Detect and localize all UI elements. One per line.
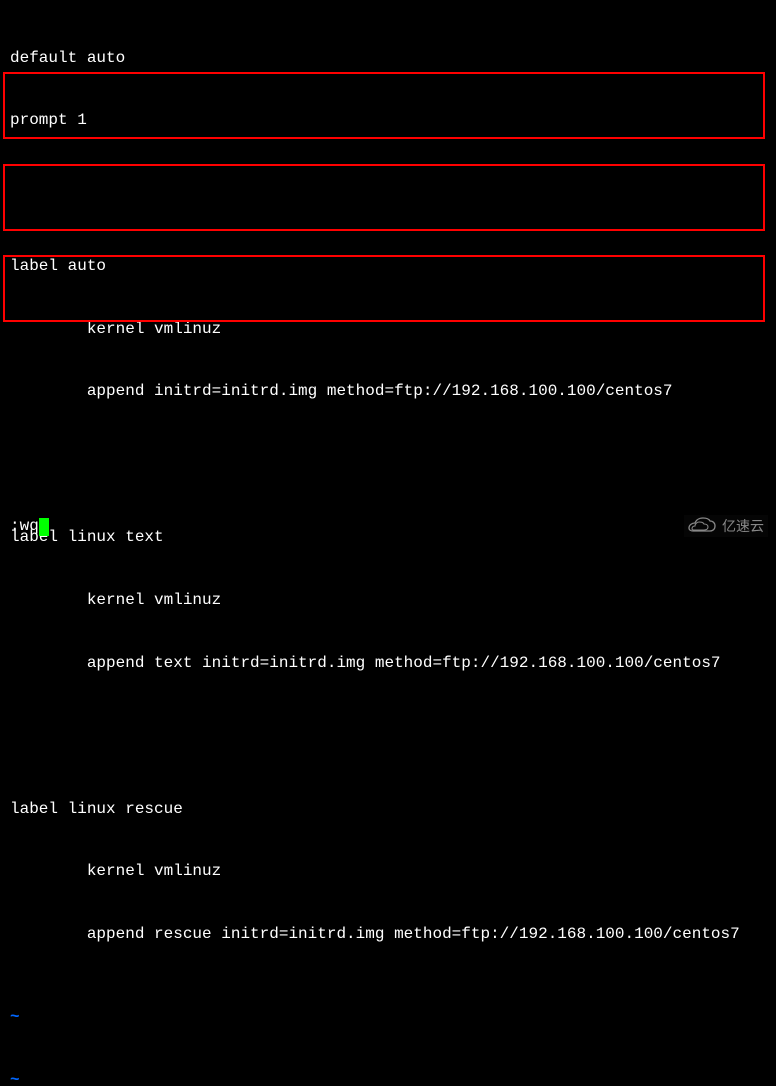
blank-line: [10, 715, 766, 736]
config-append: append text initrd=initrd.img method=ftp…: [10, 653, 766, 674]
config-kernel: kernel vmlinuz: [10, 590, 766, 611]
terminal-editor[interactable]: default auto prompt 1 label auto kernel …: [0, 0, 776, 1086]
config-line: default auto: [10, 48, 766, 69]
blank-line: [10, 173, 766, 194]
config-append: append rescue initrd=initrd.img method=f…: [10, 924, 766, 945]
config-line: prompt 1: [10, 110, 766, 131]
config-kernel: kernel vmlinuz: [10, 861, 766, 882]
empty-line-tilde: ~: [10, 1007, 766, 1028]
vim-command-line[interactable]: :wq: [10, 516, 49, 537]
vim-command-text: :wq: [10, 516, 39, 537]
blank-line: [10, 444, 766, 465]
config-label: label linux text: [10, 527, 766, 548]
cursor-icon: [39, 518, 49, 536]
watermark: 亿速云: [684, 515, 768, 537]
cloud-icon: [688, 517, 716, 535]
watermark-text: 亿速云: [722, 517, 764, 535]
config-append: append initrd=initrd.img method=ftp://19…: [10, 381, 766, 402]
config-label: label auto: [10, 256, 766, 277]
empty-line-tilde: ~: [10, 1070, 766, 1086]
config-kernel: kernel vmlinuz: [10, 319, 766, 340]
config-label: label linux rescue: [10, 799, 766, 820]
